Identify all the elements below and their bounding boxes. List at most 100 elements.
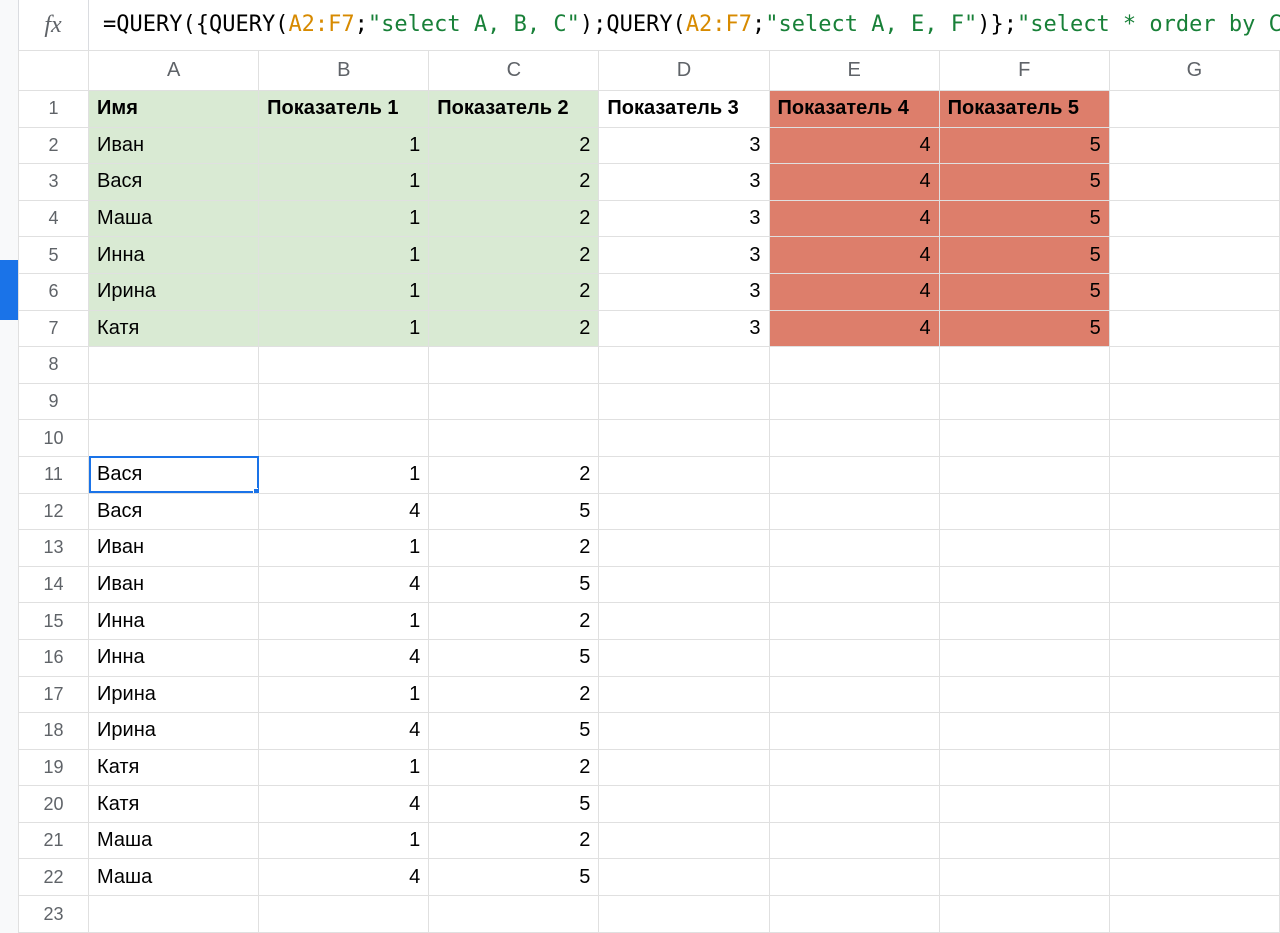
cell[interactable]: Вася [89, 164, 259, 201]
cell[interactable]: 1 [259, 603, 429, 640]
cell[interactable]: 4 [769, 310, 939, 347]
cell[interactable] [939, 749, 1109, 786]
cell[interactable] [89, 347, 259, 384]
cell[interactable]: 2 [429, 530, 599, 567]
cell[interactable] [1109, 273, 1279, 310]
cell[interactable] [769, 493, 939, 530]
cell[interactable] [1109, 749, 1279, 786]
row-header[interactable]: 14 [19, 566, 89, 603]
cell[interactable] [599, 749, 769, 786]
cell[interactable]: 2 [429, 200, 599, 237]
cell[interactable] [939, 713, 1109, 750]
row-header[interactable]: 12 [19, 493, 89, 530]
cell[interactable]: Иван [89, 566, 259, 603]
cell[interactable] [769, 420, 939, 457]
cell[interactable]: Вася [89, 493, 259, 530]
cell[interactable] [769, 749, 939, 786]
cell[interactable]: 5 [939, 310, 1109, 347]
cell[interactable]: 5 [939, 237, 1109, 274]
cell[interactable]: Показатель 4 [769, 91, 939, 128]
cell[interactable]: 4 [769, 273, 939, 310]
row-header[interactable]: 9 [19, 383, 89, 420]
cell[interactable]: Показатель 2 [429, 91, 599, 128]
cell[interactable]: 5 [429, 713, 599, 750]
cell[interactable] [599, 859, 769, 896]
cell[interactable] [939, 639, 1109, 676]
cell[interactable] [1109, 896, 1279, 933]
cell[interactable] [1109, 566, 1279, 603]
cell[interactable] [259, 896, 429, 933]
cell[interactable] [1109, 822, 1279, 859]
row-header[interactable]: 19 [19, 749, 89, 786]
cell[interactable]: Ирина [89, 273, 259, 310]
cell[interactable]: 1 [259, 749, 429, 786]
cell[interactable] [1109, 530, 1279, 567]
cell[interactable] [939, 530, 1109, 567]
cell[interactable] [769, 676, 939, 713]
cell[interactable] [599, 456, 769, 493]
cell[interactable]: Ирина [89, 713, 259, 750]
cell[interactable] [1109, 859, 1279, 896]
cell[interactable] [1109, 91, 1279, 128]
row-header[interactable]: 21 [19, 822, 89, 859]
cell[interactable]: 5 [429, 786, 599, 823]
cell[interactable]: Инна [89, 639, 259, 676]
cell[interactable]: 1 [259, 676, 429, 713]
cell[interactable] [939, 566, 1109, 603]
cell[interactable] [89, 383, 259, 420]
cell[interactable] [1109, 200, 1279, 237]
cell[interactable] [939, 603, 1109, 640]
cell[interactable]: 4 [769, 164, 939, 201]
cell[interactable]: 4 [769, 200, 939, 237]
cell[interactable] [259, 347, 429, 384]
cell[interactable]: 3 [599, 200, 769, 237]
cell[interactable] [939, 786, 1109, 823]
cell[interactable]: Показатель 5 [939, 91, 1109, 128]
cell[interactable] [939, 676, 1109, 713]
cell[interactable] [769, 859, 939, 896]
col-header-B[interactable]: B [259, 51, 429, 91]
cell[interactable]: 4 [769, 237, 939, 274]
cell[interactable] [429, 383, 599, 420]
cell[interactable] [769, 713, 939, 750]
cell-selected[interactable]: Вася [89, 456, 259, 493]
row-header[interactable]: 17 [19, 676, 89, 713]
col-header-E[interactable]: E [769, 51, 939, 91]
cell[interactable]: 5 [939, 127, 1109, 164]
cell[interactable] [939, 347, 1109, 384]
cell[interactable] [599, 347, 769, 384]
row-header[interactable]: 23 [19, 896, 89, 933]
cell[interactable]: 2 [429, 310, 599, 347]
cell[interactable] [939, 822, 1109, 859]
cell[interactable]: 3 [599, 237, 769, 274]
cell[interactable]: 3 [599, 310, 769, 347]
cell[interactable] [939, 859, 1109, 896]
cell[interactable] [769, 347, 939, 384]
cell[interactable] [429, 347, 599, 384]
cell[interactable]: 1 [259, 273, 429, 310]
cell[interactable]: 5 [939, 200, 1109, 237]
cell[interactable]: 4 [259, 566, 429, 603]
cell[interactable] [429, 896, 599, 933]
cell[interactable]: 1 [259, 200, 429, 237]
row-header[interactable]: 2 [19, 127, 89, 164]
cell[interactable]: Показатель 3 [599, 91, 769, 128]
row-header[interactable]: 10 [19, 420, 89, 457]
cell[interactable]: 2 [429, 127, 599, 164]
cell[interactable] [89, 896, 259, 933]
cell[interactable]: 5 [429, 859, 599, 896]
cell[interactable]: 1 [259, 530, 429, 567]
col-header-G[interactable]: G [1109, 51, 1279, 91]
cell[interactable]: 1 [259, 310, 429, 347]
cell[interactable]: 4 [259, 639, 429, 676]
row-header[interactable]: 3 [19, 164, 89, 201]
cell[interactable] [1109, 676, 1279, 713]
cell[interactable] [89, 420, 259, 457]
cell[interactable] [939, 896, 1109, 933]
col-header-A[interactable]: A [89, 51, 259, 91]
cell[interactable] [1109, 639, 1279, 676]
cell[interactable] [1109, 786, 1279, 823]
cell[interactable]: Катя [89, 310, 259, 347]
cell[interactable]: 3 [599, 164, 769, 201]
cell[interactable] [769, 896, 939, 933]
